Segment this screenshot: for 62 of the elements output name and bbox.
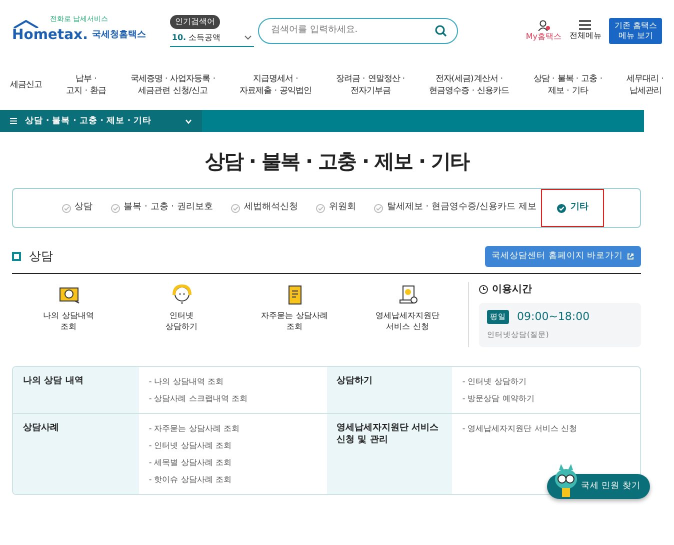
service-shortcut[interactable]: 인터넷 상담하기 [125,282,238,334]
category-link[interactable]: - 핫이슈 상담사례 조회 [148,470,316,488]
mascot-drawing [552,463,580,499]
category-header: 영세납세자지원단 서비스 신청 및 관리 [326,414,452,494]
category-header: 상담하기 [326,366,452,413]
menu-icon [10,118,17,124]
chevron-down-icon [185,118,192,124]
check-circle-icon [557,204,566,212]
category-link[interactable]: - 나의 상담내역 조회 [148,372,316,390]
tab[interactable]: 기타 [549,197,596,219]
check-circle-icon [110,204,120,212]
my-hometax-link[interactable]: My홈택스 [526,30,562,42]
nav-menu-item[interactable]: 세금신고 [10,78,42,90]
search-icon [434,25,447,37]
tab[interactable]: 세법해석신청 [226,197,303,219]
nav-menu-item[interactable]: 납부 · 고지 · 환급 [66,72,106,96]
service-shortcut[interactable]: 영세납세자지원단 서비스 신청 [351,282,464,334]
breadcrumb-dropdown[interactable]: 상담 · 불복 · 고충 · 제보 · 기타 [0,110,202,132]
tab[interactable]: 불복 · 고충 · 권리보호 [106,197,218,219]
category-link[interactable]: - 상담사례 스크랩내역 조회 [148,390,316,407]
search-field[interactable]: 검색어를 입력하세요. [258,18,458,44]
service-shortcut[interactable]: 나의 상담내역 조회 [12,282,125,334]
category-header: 나의 상담 내역 [13,366,139,413]
category-link[interactable]: - 영세납세자지원단 서비스 신청 [462,420,630,437]
homepage-link-button[interactable]: 국세상담센터 홈페이지 바로가기 [484,246,641,267]
square-icon [12,252,21,261]
external-link-icon [627,252,634,260]
check-circle-icon [230,204,240,212]
check-circle-icon [374,204,383,212]
check-circle-icon [316,204,325,212]
logo-wordmark[interactable]: Hometax. [12,28,88,42]
all-menu-link[interactable]: 전체메뉴 [569,30,602,42]
page-title: 상담 · 불복 · 고충 · 제보 · 기타 [204,148,471,175]
tab[interactable]: 위원회 [310,197,361,219]
hours-time: 09:00~18:00 [517,308,590,325]
house-icon [12,20,40,28]
nav-menu-item[interactable]: 상담 · 불복 · 고충 · 제보 · 기타 [533,72,602,96]
service-shortcut[interactable]: 자주묻는 상담사례 조회 [238,282,351,334]
popular-label: 인기검색어 [170,15,220,29]
nav-menu-item[interactable]: 지급명세서 · 자료제출 · 공익법인 [240,72,312,96]
menu-icon [579,20,592,30]
tab[interactable]: 탈세제보 · 현금영수증/신용카드 제보 [368,197,542,219]
tab[interactable]: 상담 [56,197,98,219]
category-link[interactable]: - 세목별 상담사례 조회 [148,454,316,471]
category-link[interactable]: - 자주묻는 상담사례 조회 [148,420,316,437]
user-icon [538,20,550,30]
check-circle-icon [62,204,71,212]
nav-menu-item[interactable]: 전자(세금)계산서 · 현금영수증 · 신용카드 [429,72,510,96]
chevron-down-icon [244,35,252,40]
category-header: 상담사례 [13,414,139,494]
category-link[interactable]: - 방문상담 예약하기 [462,390,630,407]
category-link[interactable]: - 인터넷 상담사례 조회 [148,436,316,454]
section-title: 상담 [29,248,53,266]
hours-title: 이용시간 [492,282,532,297]
nav-menu-item[interactable]: 장려금 · 연말정산 · 전자기부금 [336,72,406,96]
nav-menu-item[interactable]: 세무대리 · 납세관리 [626,72,664,96]
clock-icon [479,284,488,294]
nav-menu-item[interactable]: 국세증명 · 사업자등록 · 세금관련 신청/신고 [130,72,216,96]
legacy-menu-button[interactable]: 기존 홈택스 메뉴 보기 [609,18,662,44]
logo-name[interactable]: 국세청홈택스 [92,28,146,42]
category-link[interactable]: - 인터넷 상담하기 [462,372,630,390]
headset-icon [170,282,194,307]
